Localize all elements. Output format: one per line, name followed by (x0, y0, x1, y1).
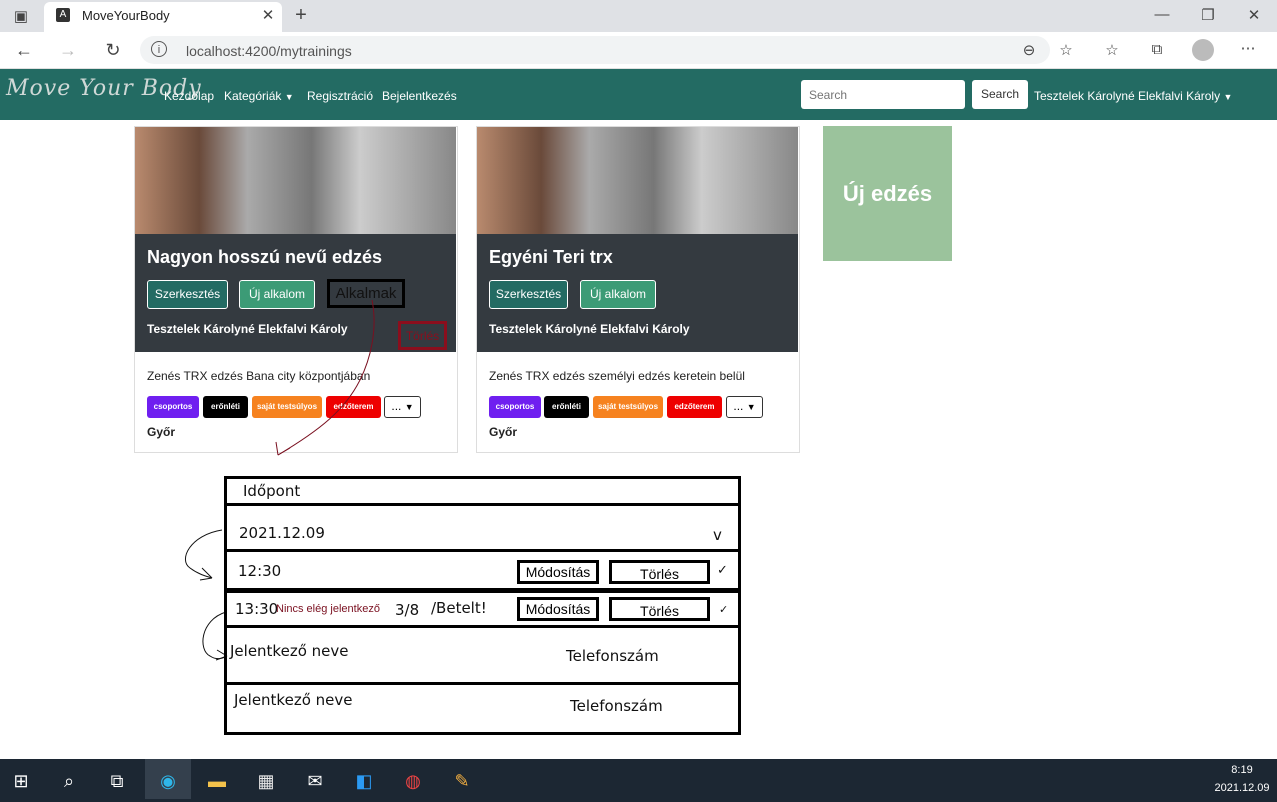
participant-name: Jelentkező neve (230, 642, 349, 660)
taskbar-date: 2021.12.09 (1214, 782, 1270, 794)
windows-taskbar (0, 759, 1277, 802)
session-warning: Nincs elég jelentkező (276, 603, 380, 615)
session-time: 12:30 (238, 562, 282, 580)
mail-icon[interactable]: ✉ (300, 766, 330, 796)
sketch-delete-button[interactable]: Törlés (609, 560, 710, 584)
edge-icon[interactable]: ◉ (153, 766, 183, 796)
participant-phone: Telefonszám (570, 697, 663, 715)
sketch-modify-button[interactable]: Módosítás (517, 560, 599, 584)
task-view-icon[interactable]: ⧉ (102, 766, 132, 796)
participant-name: Jelentkező neve (234, 691, 353, 709)
windows-start-icon[interactable]: ⊞ (6, 766, 36, 796)
vscode-icon[interactable]: ◧ (349, 766, 379, 796)
paint-icon[interactable]: ✎ (447, 766, 477, 796)
sketch-modify-button[interactable]: Módosítás (517, 597, 599, 621)
sketch-delete-button[interactable]: Törlés (609, 597, 710, 621)
chevron-down-icon[interactable]: v (713, 526, 722, 544)
sketch-header-row (224, 476, 741, 506)
sketch-date: 2021.12.09 (239, 524, 325, 542)
chevron-down-icon[interactable]: ✓ (717, 563, 728, 578)
session-full-label: /Betelt! (431, 599, 487, 617)
chrome-icon[interactable]: ◍ (398, 766, 428, 796)
search-icon[interactable]: ⌕ (54, 766, 84, 796)
file-explorer-icon[interactable]: ▬ (202, 766, 232, 796)
chevron-down-icon[interactable]: ✓ (719, 603, 728, 616)
taskbar-time: 8:19 (1231, 764, 1253, 776)
session-time: 13:30 (235, 600, 279, 618)
store-icon[interactable]: ▦ (251, 766, 281, 796)
session-count: 3/8 (395, 601, 420, 619)
participant-phone: Telefonszám (566, 647, 659, 665)
sketch-header-label: Időpont (243, 482, 301, 500)
